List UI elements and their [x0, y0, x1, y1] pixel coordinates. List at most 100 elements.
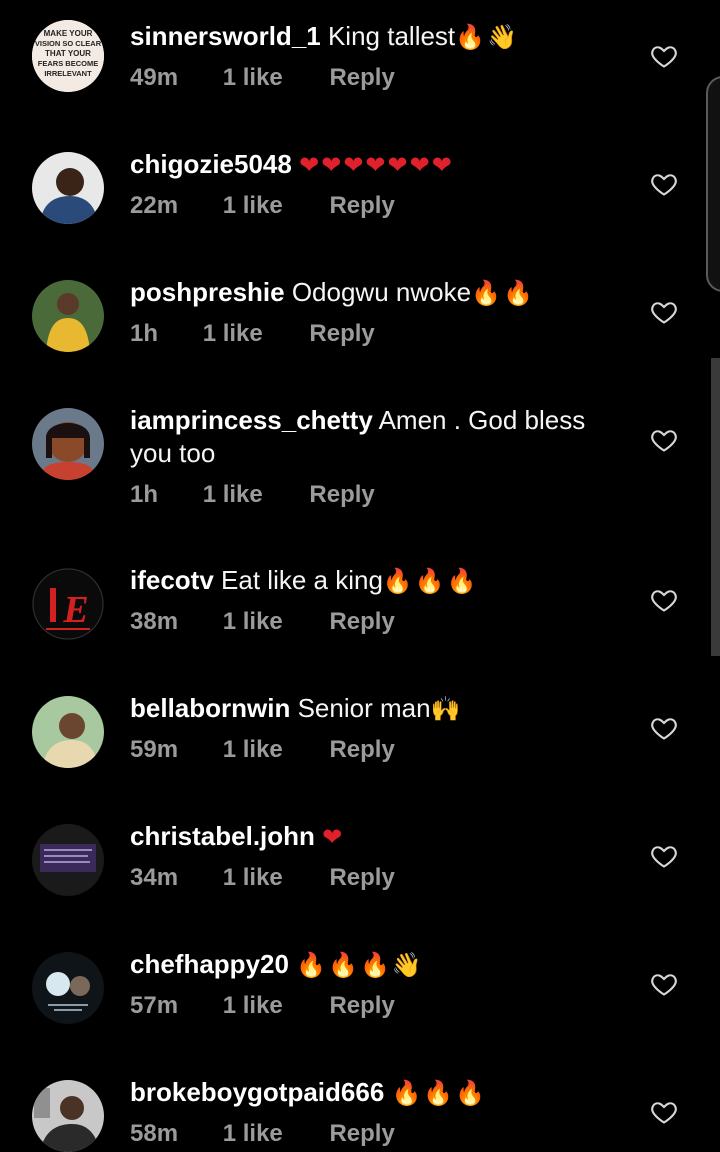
like-heart-icon[interactable] — [650, 714, 678, 742]
reply-button[interactable]: Reply — [309, 481, 374, 509]
comment-username[interactable]: poshpreshie — [130, 277, 285, 307]
comment-meta: 22m 1 like Reply — [130, 192, 610, 220]
reply-button[interactable]: Reply — [329, 1120, 394, 1148]
avatar[interactable] — [32, 824, 104, 896]
comment-likes[interactable]: 1 like — [223, 864, 283, 892]
avatar[interactable]: E — [32, 568, 104, 640]
scrollbar[interactable] — [711, 358, 720, 656]
comment-username[interactable]: ifecotv — [130, 565, 214, 595]
comment-message: Senior man — [297, 693, 431, 723]
avatar-quote-line: MAKE YOUR — [44, 29, 93, 38]
comment-username[interactable]: bellabornwin — [130, 693, 290, 723]
comment-time: 22m — [130, 192, 179, 219]
avatar-logo-letter: E — [62, 589, 88, 631]
comment-time: 1h — [130, 481, 159, 508]
like-heart-icon[interactable] — [650, 42, 678, 70]
reply-button[interactable]: Reply — [309, 320, 374, 348]
avatar[interactable] — [32, 696, 104, 768]
avatar-quote-line: FEARS BECOME — [38, 59, 98, 68]
comment-emoji: 🙌 — [430, 695, 463, 723]
comment-meta: 34m 1 like Reply — [130, 864, 610, 892]
comment-meta: 1h 1 like Reply — [130, 481, 610, 509]
comment-emoji: ❤❤❤❤❤❤❤ — [299, 151, 454, 179]
comment-likes[interactable]: 1 like — [203, 481, 263, 509]
comment-meta: 59m 1 like Reply — [130, 736, 610, 764]
comment-meta: 38m 1 like Reply — [130, 608, 610, 636]
comment-text: sinnersworld_1 King tallest🔥👋 — [130, 20, 610, 54]
like-heart-icon[interactable] — [650, 298, 678, 326]
comment-meta: 1h 1 like Reply — [130, 320, 610, 348]
comment-time: 1h — [130, 320, 159, 347]
edge-panel-handle[interactable] — [706, 76, 720, 292]
comment-text: chigozie5048 ❤❤❤❤❤❤❤ — [130, 148, 610, 182]
comment-text: christabel.john ❤ — [130, 820, 610, 854]
reply-button[interactable]: Reply — [329, 736, 394, 764]
avatar-quote-line: THAT YOUR — [45, 49, 91, 58]
comment-body: poshpreshie Odogwu nwoke🔥🔥 1h 1 like Rep… — [130, 276, 610, 348]
comment-meta: 57m 1 like Reply — [130, 992, 610, 1020]
comment-likes[interactable]: 1 like — [223, 608, 283, 636]
comment-emoji: 🔥🔥 — [471, 279, 535, 307]
comment-message: Odogwu nwoke — [291, 277, 472, 307]
comment-message: Eat like a king — [221, 565, 383, 595]
comment-likes[interactable]: 1 like — [223, 736, 283, 764]
comment-username[interactable]: chefhappy20 — [130, 949, 289, 979]
like-heart-icon[interactable] — [650, 970, 678, 998]
comment-text: brokeboygotpaid666 🔥🔥🔥 — [130, 1076, 610, 1110]
reply-button[interactable]: Reply — [329, 64, 394, 92]
avatar[interactable] — [32, 280, 104, 352]
like-heart-icon[interactable] — [650, 426, 678, 454]
comment-emoji: 🔥👋 — [455, 23, 519, 51]
like-heart-icon[interactable] — [650, 170, 678, 198]
comment-likes[interactable]: 1 like — [223, 64, 283, 92]
comment-username[interactable]: iamprincess_chetty — [130, 405, 373, 435]
comment-likes[interactable]: 1 like — [223, 192, 283, 220]
avatar[interactable]: MAKE YOUR VISION SO CLEAR THAT YOUR FEAR… — [32, 20, 104, 92]
comment-text: iamprincess_chetty Amen . God bless you … — [130, 404, 610, 471]
reply-button[interactable]: Reply — [329, 992, 394, 1020]
comment-username[interactable]: sinnersworld_1 — [130, 21, 321, 51]
avatar[interactable] — [32, 408, 104, 480]
comment-meta: 49m 1 like Reply — [130, 64, 610, 92]
avatar-quote-line: VISION SO CLEAR — [35, 39, 102, 48]
reply-button[interactable]: Reply — [329, 608, 394, 636]
comment-body: ifecotv Eat like a king🔥🔥🔥 38m 1 like Re… — [130, 564, 610, 636]
comment-body: christabel.john ❤ 34m 1 like Reply — [130, 820, 610, 892]
avatar[interactable] — [32, 952, 104, 1024]
like-heart-icon[interactable] — [650, 1098, 678, 1126]
avatar[interactable] — [32, 1080, 104, 1152]
comment-time: 57m — [130, 992, 179, 1019]
comment-likes[interactable]: 1 like — [223, 1120, 283, 1148]
reply-button[interactable]: Reply — [329, 864, 394, 892]
comment-emoji: 🔥🔥🔥 — [391, 1079, 488, 1107]
comment-likes[interactable]: 1 like — [203, 320, 263, 348]
comment-username[interactable]: chigozie5048 — [130, 149, 292, 179]
comment-time: 49m — [130, 64, 179, 91]
comment-body: chigozie5048 ❤❤❤❤❤❤❤ 22m 1 like Reply — [130, 148, 610, 220]
comment-time: 34m — [130, 864, 179, 891]
comment-text: bellabornwin Senior man🙌 — [130, 692, 610, 726]
comment-emoji: 🔥🔥🔥👋 — [296, 951, 424, 979]
comment-text: poshpreshie Odogwu nwoke🔥🔥 — [130, 276, 610, 310]
comment-username[interactable]: christabel.john — [130, 821, 315, 851]
comment-text: ifecotv Eat like a king🔥🔥🔥 — [130, 564, 610, 598]
avatar[interactable] — [32, 152, 104, 224]
like-heart-icon[interactable] — [650, 586, 678, 614]
comment-emoji: ❤ — [322, 823, 345, 851]
comment-message: King tallest — [327, 21, 456, 51]
comment-body: brokeboygotpaid666 🔥🔥🔥 58m 1 like Reply — [130, 1076, 610, 1148]
comment-time: 38m — [130, 608, 179, 635]
comment-time: 59m — [130, 736, 179, 763]
reply-button[interactable]: Reply — [329, 192, 394, 220]
comment-emoji: 🔥🔥🔥 — [382, 567, 479, 595]
like-heart-icon[interactable] — [650, 842, 678, 870]
comment-time: 58m — [130, 1120, 179, 1147]
comment-likes[interactable]: 1 like — [223, 992, 283, 1020]
comment-meta: 58m 1 like Reply — [130, 1120, 610, 1148]
comment-body: chefhappy20 🔥🔥🔥👋 57m 1 like Reply — [130, 948, 610, 1020]
avatar-quote-line: IRRELEVANT — [44, 69, 92, 78]
comment-body: iamprincess_chetty Amen . God bless you … — [130, 404, 610, 509]
comment-username[interactable]: brokeboygotpaid666 — [130, 1077, 384, 1107]
comment-body: sinnersworld_1 King tallest🔥👋 49m 1 like… — [130, 20, 610, 92]
comment-text: chefhappy20 🔥🔥🔥👋 — [130, 948, 610, 982]
